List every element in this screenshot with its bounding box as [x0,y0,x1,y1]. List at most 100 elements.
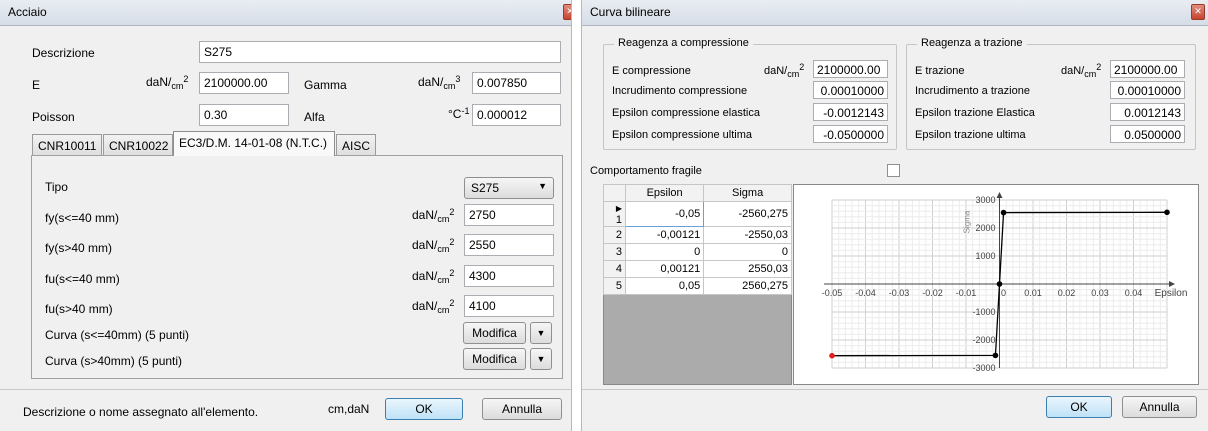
fu2-input[interactable]: 4100 [464,295,554,317]
x-tick-label: 0.04 [1125,288,1143,298]
table-row[interactable]: 5 0,05 2560,275 [603,277,792,295]
trazione-group: Reagenza a trazione E trazione daN/cm2 2… [906,37,1196,150]
epsilon-cell[interactable]: -0,05 [624,201,705,227]
col-header-epsilon: Epsilon [624,184,705,202]
ok-button[interactable]: OK [385,398,463,420]
row-number: ▶ 1 [603,201,626,227]
e-compressione-label: E compressione [612,65,691,77]
eps-el-trazione-input[interactable]: 0.0012143 [1110,103,1185,121]
sigma-cell[interactable]: -2560,275 [703,201,792,227]
epsilon-cell[interactable]: 0,00121 [624,260,705,278]
tab-cnr10011[interactable]: CNR10011 [32,134,102,156]
x-tick-label: 0.02 [1058,288,1076,298]
alfa-unit: °C-1 [448,106,470,121]
annulla-button[interactable]: Annulla [1122,396,1197,418]
fy2-unit: daN/cm2 [412,237,455,254]
eps-ult-trazione-input[interactable]: 0.0500000 [1110,125,1185,143]
e-input[interactable]: 2100000.00 [199,72,289,94]
close-icon[interactable]: ✕ [563,4,571,20]
table-row[interactable]: 3 0 0 [603,243,792,261]
x-tick-label: 0.01 [1024,288,1042,298]
current-row-icon: ▶ [615,204,622,213]
title-bar: Acciaio ✕ [0,0,571,26]
tipo-value: S275 [471,181,500,195]
modifica-curva1-button[interactable]: Modifica [463,322,526,344]
modifica-curva2-button[interactable]: Modifica [463,348,526,370]
eps-el-trazione-label: Epsilon trazione Elastica [915,107,1035,119]
ok-button[interactable]: OK [1046,396,1112,418]
epsilon-cell[interactable]: -0,00121 [624,226,705,244]
stress-strain-chart: -0.05 -0.04 -0.03 -0.02 -0.01 0 0.01 0.02 0.03 0.… [822,192,1187,373]
e-label: E [32,78,41,92]
y-tick-label: -2000 [972,335,995,345]
alfa-input[interactable]: 0.000012 [472,104,561,126]
epsilon-cell[interactable]: 0 [624,243,705,261]
curva1-dropdown-button[interactable]: ▼ [530,322,552,344]
x-tick-label: -0.01 [956,288,977,298]
x-tick-label: -0.04 [855,288,876,298]
sigma-cell[interactable]: -2550,03 [703,226,792,244]
close-icon[interactable]: ✕ [1191,4,1205,20]
incr-trazione-label: Incrudimento a trazione [915,85,1030,97]
fy1-label: fy(s<=40 mm) [45,211,120,225]
eps-ult-compressione-input[interactable]: -0.0500000 [813,125,888,143]
tab-cnr10022[interactable]: CNR10022 [103,134,173,156]
sigma-cell[interactable]: 0 [703,243,792,261]
fragile-checkbox[interactable] [887,164,900,177]
epsilon-cell[interactable]: 0,05 [624,277,705,295]
fu2-label: fu(s>40 mm) [45,302,113,316]
sigma-cell[interactable]: 2560,275 [703,277,792,295]
data-point [1164,209,1170,216]
x-tick-label: 0 [1001,288,1006,298]
tipo-label: Tipo [45,180,68,194]
chart-area: -0.05 -0.04 -0.03 -0.02 -0.01 0 0.01 0.02 0.03 0.… [793,184,1199,385]
separator [582,389,1208,390]
descrizione-label: Descrizione [32,46,95,60]
table-row[interactable]: 4 0,00121 2550,03 [603,260,792,278]
descrizione-input[interactable]: S275 [199,41,561,63]
e-compressione-input[interactable]: 2100000.00 [813,60,888,78]
x-tick-label: -0.03 [889,288,910,298]
x-tick-label: -0.05 [822,288,843,298]
table-header-row: Epsilon Sigma [603,184,792,202]
poisson-input[interactable]: 0.30 [199,104,289,126]
table-row[interactable]: ▶ 1 -0,05 -2560,275 [603,201,792,227]
compressione-title: Reagenza a compressione [614,37,753,49]
fu1-unit: daN/cm2 [412,268,455,285]
fy1-unit: daN/cm2 [412,207,455,224]
fu1-input[interactable]: 4300 [464,265,554,287]
acciaio-window: Acciaio ✕ Descrizione S275 E daN/cm2 210… [0,0,572,431]
x-tick-label: -0.02 [922,288,943,298]
poisson-label: Poisson [32,110,75,124]
e-compressione-unit: daN/cm2 [764,62,805,79]
eps-ult-trazione-label: Epsilon trazione ultima [915,129,1026,141]
tab-aisc[interactable]: AISC [336,134,376,156]
fy1-input[interactable]: 2750 [464,204,554,226]
y-tick-label: 2000 [975,223,995,233]
tab-ec3-ntc[interactable]: EC3/D.M. 14-01-08 (N.T.C.) [173,131,335,156]
incr-trazione-input[interactable]: 0.00010000 [1110,81,1185,99]
fy2-input[interactable]: 2550 [464,234,554,256]
x-tick-label: 0.03 [1091,288,1109,298]
y-tick-label: 1000 [975,251,995,261]
curva1-label: Curva (s<=40mm) (5 punti) [45,328,190,342]
sigma-cell[interactable]: 2550,03 [703,260,792,278]
gamma-input[interactable]: 0.007850 [472,72,561,94]
incr-compressione-input[interactable]: 0.00010000 [813,81,888,99]
table-row[interactable]: 2 -0,00121 -2550,03 [603,226,792,244]
gamma-unit: daN/cm3 [418,74,461,91]
trazione-title: Reagenza a trazione [917,37,1027,49]
curva2-dropdown-button[interactable]: ▼ [530,348,552,370]
window-title: Acciaio [8,5,47,19]
separator [0,389,571,390]
e-trazione-unit: daN/cm2 [1061,62,1102,79]
annulla-button[interactable]: Annulla [482,398,562,420]
y-axis-label: Sigma [963,210,972,233]
fy2-label: fy(s>40 mm) [45,241,113,255]
gamma-label: Gamma [304,78,347,92]
e-trazione-input[interactable]: 2100000.00 [1110,60,1185,78]
alfa-label: Alfa [304,110,325,124]
tipo-select[interactable]: S275 ▼ [464,177,554,199]
eps-el-compressione-input[interactable]: -0.0012143 [813,103,888,121]
tab-panel: Tipo S275 ▼ fy(s<=40 mm) daN/cm2 2750 fy… [31,155,563,379]
